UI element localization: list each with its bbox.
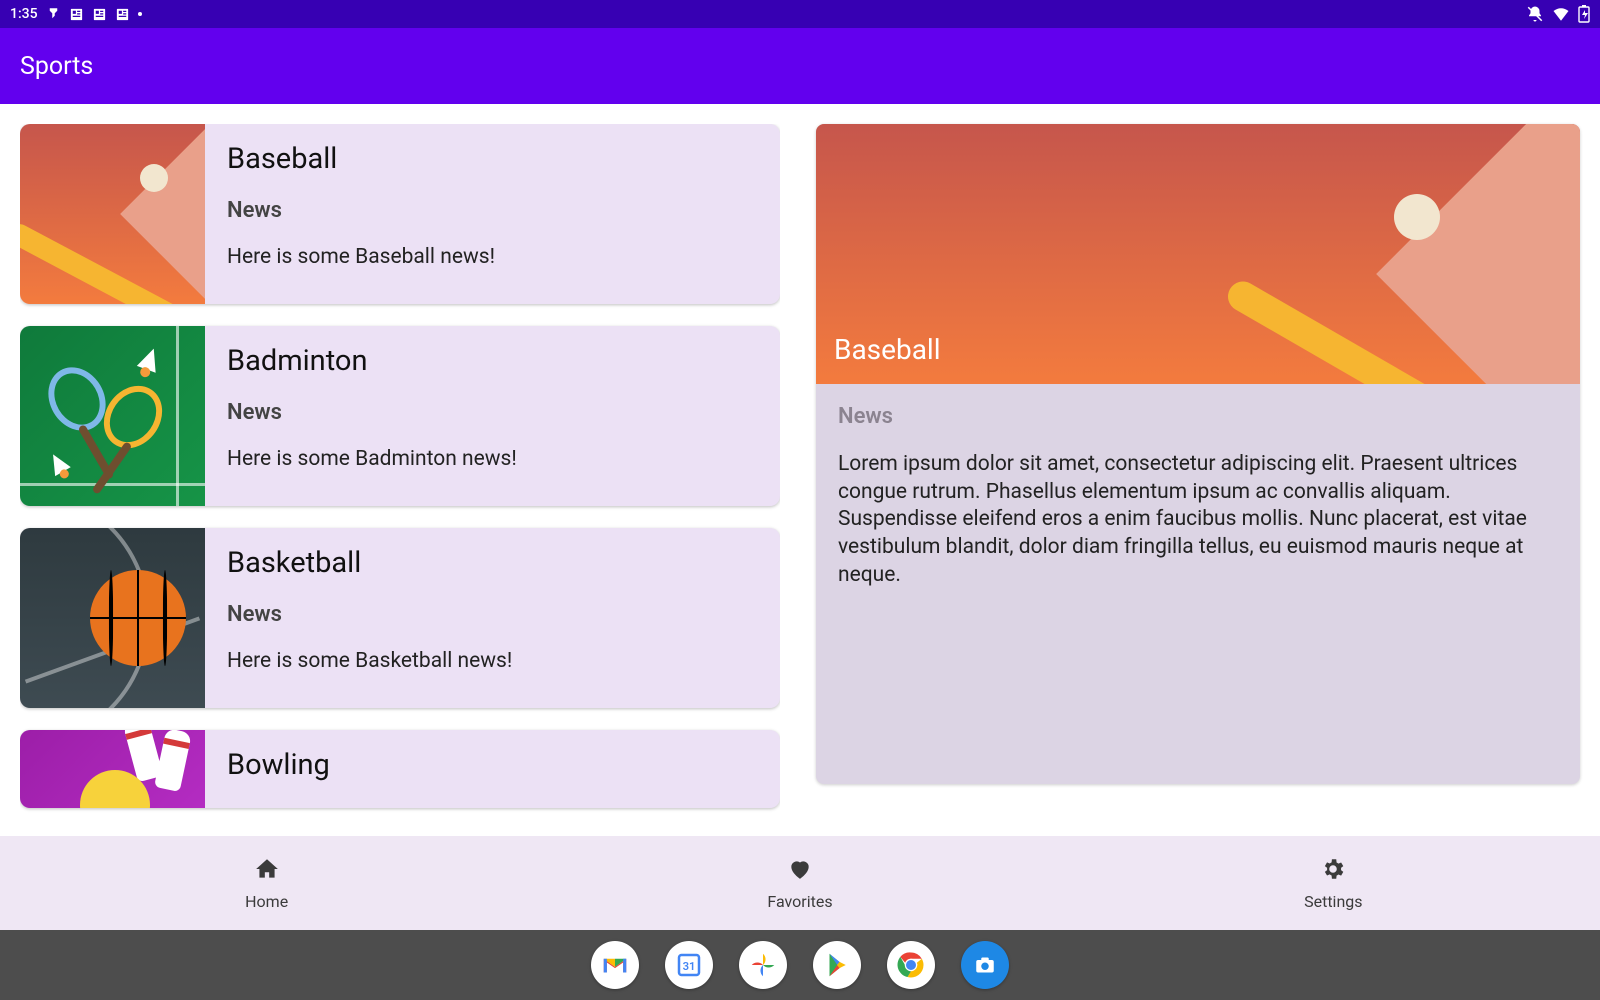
app-title: Sports: [20, 52, 93, 81]
content-area: Baseball News Here is some Baseball news…: [0, 104, 1600, 836]
play-store-icon: [822, 950, 852, 980]
list-item-snippet: Here is some Basketball news!: [227, 649, 758, 673]
newspaper-icon: [92, 7, 107, 22]
status-icon-generic: [46, 7, 61, 22]
calendar-icon: 31: [674, 950, 704, 980]
detail-card: Baseball News Lorem ipsum dolor sit amet…: [816, 124, 1580, 784]
badminton-thumbnail: [20, 326, 205, 506]
sports-list[interactable]: Baseball News Here is some Baseball news…: [20, 124, 780, 816]
list-item-title: Baseball: [227, 142, 758, 176]
list-item-snippet: Here is some Baseball news!: [227, 245, 758, 269]
bottom-navigation: Home Favorites Settings: [0, 836, 1600, 930]
app-bar: Sports: [0, 28, 1600, 104]
newspaper-icon: [69, 7, 84, 22]
notifications-off-icon: [1526, 5, 1544, 23]
dock-app-play-store[interactable]: [813, 941, 861, 989]
wifi-icon: [1552, 5, 1570, 23]
list-item-snippet: Here is some Badminton news!: [227, 447, 758, 471]
android-status-bar: 1:35: [0, 0, 1600, 28]
nav-label: Favorites: [767, 892, 832, 911]
list-item-title: Bowling: [227, 748, 758, 782]
dock-app-gmail[interactable]: [591, 941, 639, 989]
status-right: [1526, 5, 1590, 23]
nav-label: Home: [245, 892, 288, 911]
status-clock: 1:35: [10, 6, 38, 22]
newspaper-icon: [115, 7, 130, 22]
baseball-thumbnail: [20, 124, 205, 304]
detail-subtitle: News: [838, 404, 1558, 429]
detail-pane: Baseball News Lorem ipsum dolor sit amet…: [816, 124, 1580, 816]
battery-charging-icon: [1578, 5, 1590, 23]
dock-app-chrome[interactable]: [887, 941, 935, 989]
list-item-subtitle: News: [227, 400, 758, 425]
list-item-subtitle: News: [227, 602, 758, 627]
detail-title: Baseball: [834, 333, 941, 366]
nav-favorites[interactable]: Favorites: [700, 856, 900, 911]
status-left: 1:35: [10, 6, 142, 22]
svg-text:31: 31: [683, 960, 696, 973]
list-item-title: Badminton: [227, 344, 758, 378]
list-item-baseball[interactable]: Baseball News Here is some Baseball news…: [20, 124, 780, 304]
chrome-icon: [896, 950, 926, 980]
detail-body-text: Lorem ipsum dolor sit amet, consectetur …: [838, 451, 1558, 590]
dock-app-camera[interactable]: [961, 941, 1009, 989]
nav-settings[interactable]: Settings: [1233, 856, 1433, 911]
basketball-thumbnail: [20, 528, 205, 708]
nav-home[interactable]: Home: [167, 856, 367, 911]
gmail-icon: [600, 950, 630, 980]
nav-label: Settings: [1304, 892, 1362, 911]
camera-icon: [970, 950, 1000, 980]
dock-app-calendar[interactable]: 31: [665, 941, 713, 989]
android-dock: 31: [0, 930, 1600, 1000]
list-item-basketball[interactable]: Basketball News Here is some Basketball …: [20, 528, 780, 708]
heart-icon: [787, 856, 813, 882]
list-item-badminton[interactable]: Badminton News Here is some Badminton ne…: [20, 326, 780, 506]
list-item-title: Basketball: [227, 546, 758, 580]
photos-icon: [748, 950, 778, 980]
detail-hero-image: Baseball: [816, 124, 1580, 384]
gear-icon: [1320, 856, 1346, 882]
list-item-bowling[interactable]: Bowling: [20, 730, 780, 808]
bowling-thumbnail: [20, 730, 205, 808]
status-overflow-dot: [138, 12, 142, 16]
home-icon: [254, 856, 280, 882]
list-item-subtitle: News: [227, 198, 758, 223]
dock-app-photos[interactable]: [739, 941, 787, 989]
